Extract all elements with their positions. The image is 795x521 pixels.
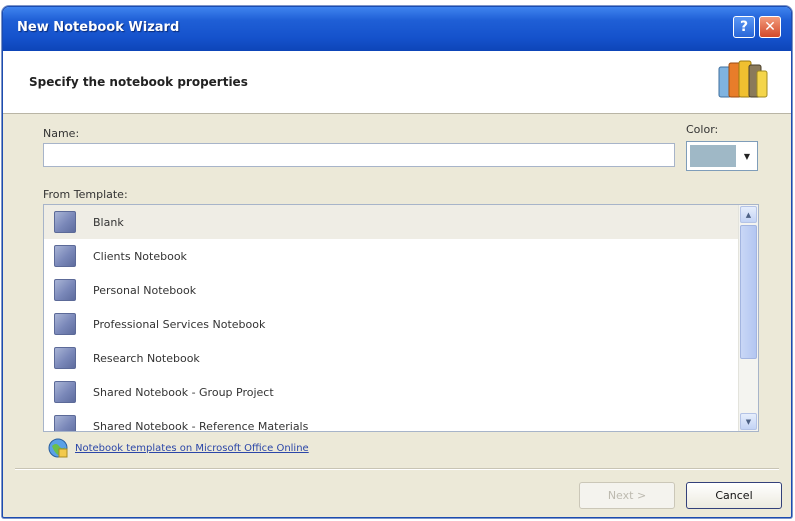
template-item-research[interactable]: Research Notebook — [44, 341, 739, 375]
notebook-icon — [54, 313, 76, 335]
template-item-clients[interactable]: Clients Notebook — [44, 239, 739, 273]
chevron-down-icon[interactable]: ▼ — [739, 145, 755, 167]
color-dropdown[interactable]: ▼ — [686, 141, 758, 171]
scroll-down-icon[interactable]: ▼ — [740, 413, 757, 430]
close-icon: ✕ — [764, 19, 776, 35]
notebook-icon — [54, 415, 76, 431]
help-button[interactable]: ? — [733, 16, 755, 38]
notebook-name-input[interactable] — [43, 143, 675, 167]
new-notebook-wizard-dialog: New Notebook Wizard ? ✕ Specify the note… — [2, 6, 792, 518]
template-list[interactable]: Blank Clients Notebook Personal Notebook… — [43, 204, 759, 432]
notebooks-icon — [718, 60, 768, 98]
template-item-label: Shared Notebook - Group Project — [93, 385, 274, 399]
notebook-icon — [54, 211, 76, 233]
notebook-icon — [54, 347, 76, 369]
template-item-label: Blank — [93, 215, 124, 229]
globe-icon — [48, 438, 68, 458]
name-label: Name: — [43, 127, 80, 140]
template-list-items: Blank Clients Notebook Personal Notebook… — [44, 205, 739, 431]
template-item-blank[interactable]: Blank — [44, 205, 739, 239]
close-button[interactable]: ✕ — [759, 16, 781, 38]
template-item-shared-group-project[interactable]: Shared Notebook - Group Project — [44, 375, 739, 409]
template-item-label: Shared Notebook - Reference Materials — [93, 419, 309, 432]
template-item-label: Professional Services Notebook — [93, 317, 266, 331]
template-item-shared-reference[interactable]: Shared Notebook - Reference Materials — [44, 409, 739, 431]
help-icon: ? — [739, 19, 749, 35]
template-item-label: Research Notebook — [93, 351, 200, 365]
title-bar[interactable]: New Notebook Wizard ? ✕ — [3, 7, 791, 51]
template-list-scrollbar[interactable]: ▲ ▼ — [738, 205, 758, 431]
page-heading: Specify the notebook properties — [29, 75, 248, 89]
template-item-label: Clients Notebook — [93, 249, 187, 263]
template-item-personal[interactable]: Personal Notebook — [44, 273, 739, 307]
color-label: Color: — [686, 123, 719, 136]
scroll-up-icon[interactable]: ▲ — [740, 206, 757, 223]
notebook-icon — [54, 381, 76, 403]
wizard-header: Specify the notebook properties — [3, 51, 791, 114]
color-swatch — [690, 145, 736, 167]
scrollbar-thumb[interactable] — [740, 225, 757, 359]
online-templates-link[interactable]: Notebook templates on Microsoft Office O… — [75, 443, 309, 454]
online-templates-link-row: Notebook templates on Microsoft Office O… — [47, 437, 309, 459]
cancel-button[interactable]: Cancel — [686, 482, 782, 509]
notebook-icon — [54, 279, 76, 301]
template-item-label: Personal Notebook — [93, 283, 197, 297]
window-title: New Notebook Wizard — [17, 20, 180, 35]
template-item-professional-services[interactable]: Professional Services Notebook — [44, 307, 739, 341]
next-button[interactable]: Next > — [579, 482, 675, 509]
notebook-icon — [54, 245, 76, 267]
footer-divider — [15, 468, 779, 470]
template-label: From Template: — [43, 188, 128, 201]
